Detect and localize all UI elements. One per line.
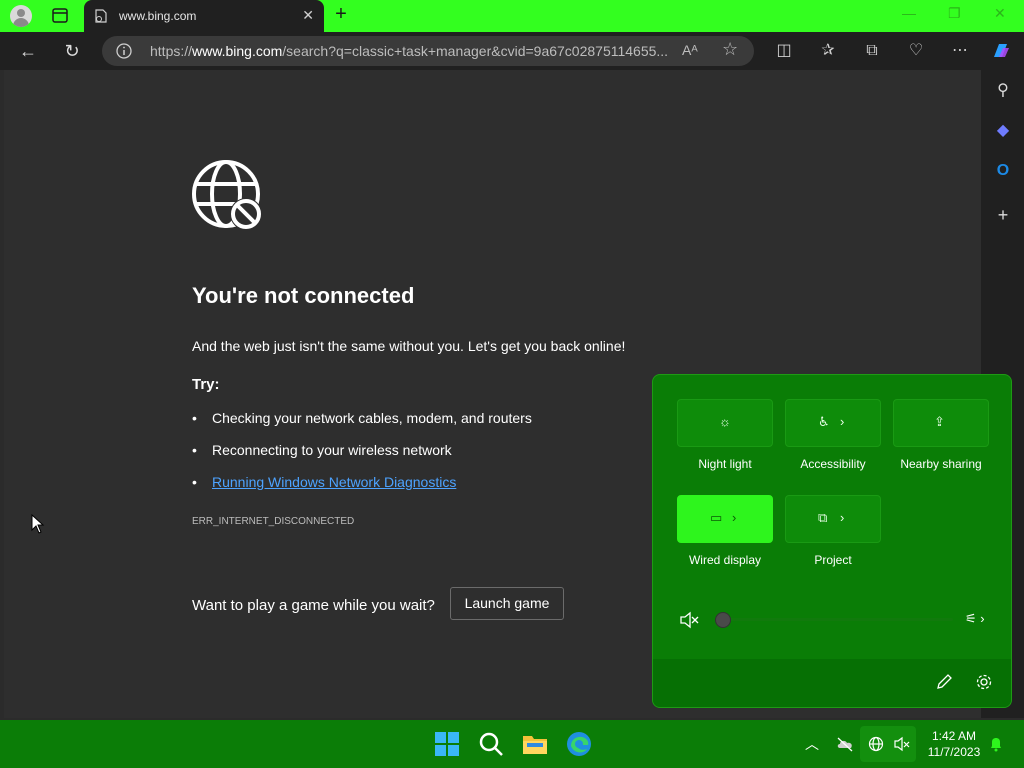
try-label: Try: — [192, 376, 220, 393]
volume-slider-thumb[interactable] — [715, 612, 731, 628]
minimize-icon[interactable]: — — [902, 5, 916, 21]
more-options-icon[interactable]: ⋯ — [949, 40, 971, 62]
bullet-dot: • — [192, 410, 197, 426]
close-window-icon[interactable]: ✕ — [994, 5, 1006, 22]
project-toggle[interactable]: ⧉ › — [785, 495, 881, 543]
bullet-text: Reconnecting to your wireless network — [212, 442, 452, 458]
new-tab-button[interactable]: + — [330, 3, 352, 26]
edge-icon[interactable] — [565, 730, 593, 758]
page-title: You're not connected — [192, 283, 415, 308]
url-path: /search?q=classic+task+manager&cvid=9a67… — [282, 43, 669, 59]
onedrive-offline-icon[interactable] — [836, 736, 854, 752]
chevron-right-icon: › — [840, 510, 845, 525]
favorites-icon[interactable]: ✰ — [817, 40, 839, 62]
wired-display-toggle[interactable]: ▭ › — [677, 495, 773, 543]
accessibility-toggle[interactable]: ♿ › — [785, 399, 881, 447]
start-icon[interactable] — [433, 730, 461, 758]
bullet-dot: • — [192, 442, 197, 458]
file-explorer-icon[interactable] — [521, 730, 549, 758]
chevron-up-icon[interactable]: ︿ — [805, 734, 819, 754]
close-tab-icon[interactable]: ✕ — [302, 7, 314, 24]
project-label: Project — [814, 553, 852, 567]
address-bar[interactable]: https://www.bing.com/search?q=classic+ta… — [102, 36, 754, 66]
taskbar: ︿ 1:42 AM 11/7/2023 — [0, 720, 1024, 768]
accessibility-label: Accessibility — [800, 457, 866, 471]
add-sidebar-app-icon[interactable]: + — [992, 204, 1014, 226]
nearby-sharing-label: Nearby sharing — [900, 457, 982, 471]
project-icon: ⧉ — [818, 510, 828, 525]
restore-icon[interactable]: ❐ — [948, 5, 961, 22]
launch-game-button[interactable]: Launch game — [450, 587, 564, 620]
profile-body — [13, 18, 29, 27]
wired-display-label: Wired display — [688, 553, 762, 567]
clock-date: 11/7/2023 — [927, 745, 981, 759]
refresh-icon[interactable]: ↻ — [60, 39, 84, 63]
share-icon: ⇪ — [934, 414, 945, 429]
chevron-right-icon: › — [840, 414, 845, 429]
title-bar: www.bing.com ✕ + — ❐ ✕ — [0, 0, 1024, 32]
profile-head — [17, 9, 25, 17]
favorite-star-icon[interactable]: ☆ — [722, 39, 738, 60]
quick-settings-panel: ☼ Night light ♿ › Accessibility ⇪ Nearby… — [652, 374, 1012, 708]
night-light-toggle[interactable]: ☼ — [677, 399, 773, 447]
mouse-cursor-icon — [31, 514, 45, 534]
volume-muted-icon — [894, 736, 910, 752]
audio-output-icon[interactable]: ⚟ › — [965, 611, 1001, 629]
clock-time: 1:42 AM — [931, 729, 977, 743]
gear-icon[interactable] — [975, 673, 993, 691]
split-screen-icon[interactable]: ◫ — [773, 40, 795, 62]
bullet-dot: • — [192, 474, 197, 490]
nearby-sharing-toggle[interactable]: ⇪ — [893, 399, 989, 447]
url-text[interactable]: https://www.bing.com/search?q=classic+ta… — [150, 43, 680, 59]
page-subtext: And the web just isn't the same without … — [192, 338, 626, 354]
game-prompt: Want to play a game while you wait? — [192, 597, 435, 614]
chevron-right-icon: › — [732, 510, 737, 525]
globe-disconnected-icon — [192, 160, 262, 230]
search-icon[interactable]: ⚲ — [992, 80, 1014, 102]
accessibility-icon: ♿ — [818, 414, 830, 429]
navigation-bar: ← ↻ https://www.bing.com/search?q=classi… — [0, 32, 1024, 70]
tab-title: www.bing.com — [119, 9, 197, 23]
copilot-sidebar-icon[interactable]: ◆ — [992, 120, 1014, 142]
cast-icon: ▭ — [710, 510, 723, 525]
error-code: ERR_INTERNET_DISCONNECTED — [192, 516, 355, 527]
globe-no-internet-icon — [868, 736, 884, 752]
outlook-icon[interactable]: O — [992, 160, 1014, 182]
page-offline-icon — [95, 9, 107, 23]
clock[interactable]: 1:42 AM 11/7/2023 — [924, 728, 984, 760]
notification-bell-icon[interactable] — [988, 736, 1004, 752]
network-diagnostics-link[interactable]: Running Windows Network Diagnostics — [212, 474, 456, 490]
tab-actions-icon[interactable] — [48, 6, 72, 26]
profile-avatar[interactable] — [10, 5, 32, 27]
url-host: www.bing.com — [192, 43, 283, 59]
url-prefix: https:// — [150, 43, 193, 59]
back-icon[interactable]: ← — [16, 39, 40, 63]
copilot-icon[interactable] — [990, 40, 1012, 62]
browser-tab[interactable]: www.bing.com ✕ — [84, 0, 324, 32]
read-aloud-icon[interactable]: Aᴬ — [682, 42, 698, 58]
performance-icon[interactable]: ♡ — [905, 40, 927, 62]
network-volume-tray[interactable] — [860, 726, 916, 762]
volume-slider-track[interactable] — [721, 618, 953, 621]
collections-icon[interactable]: ⧉ — [861, 40, 883, 62]
quick-settings-footer — [653, 659, 1011, 707]
info-icon[interactable] — [116, 43, 132, 59]
volume-muted-icon[interactable] — [679, 611, 699, 629]
brightness-icon: ☼ — [719, 414, 731, 429]
search-icon[interactable] — [477, 730, 505, 758]
night-light-label: Night light — [698, 457, 752, 471]
edit-pencil-icon[interactable] — [935, 673, 953, 691]
bullet-text: Checking your network cables, modem, and… — [212, 410, 532, 426]
